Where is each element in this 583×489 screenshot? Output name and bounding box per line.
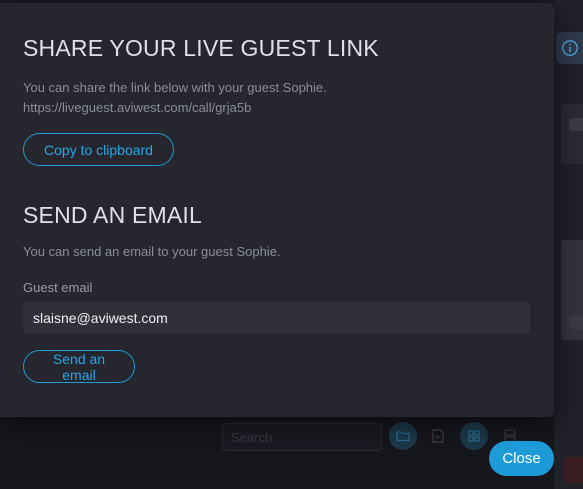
grid-button[interactable] — [460, 422, 488, 450]
close-button[interactable]: Close — [489, 441, 554, 476]
share-description: You can share the link below with your g… — [23, 78, 327, 118]
folder-button[interactable] — [389, 422, 417, 450]
share-section-title: SHARE YOUR LIVE GUEST LINK — [23, 35, 379, 61]
background-alert-badge — [564, 457, 583, 483]
background-card-chip — [569, 118, 583, 131]
background-source-card[interactable] — [561, 240, 583, 340]
share-guest-link-modal: SHARE YOUR LIVE GUEST LINK You can share… — [0, 3, 554, 417]
app-screen: Search SHARE YOUR LIVE GUEST LINK You ca… — [0, 0, 583, 489]
copy-to-clipboard-button[interactable]: Copy to clipboard — [23, 133, 174, 166]
guest-email-label: Guest email — [23, 280, 93, 295]
folder-icon — [396, 431, 410, 442]
guest-link-url: https://liveguest.aviwest.com/call/grja5… — [23, 100, 252, 115]
background-card-chip — [569, 316, 583, 329]
media-button[interactable] — [424, 422, 452, 450]
send-email-button[interactable]: Send an email — [23, 350, 135, 383]
media-icon — [432, 429, 444, 443]
share-description-text: You can share the link below with your g… — [23, 80, 327, 95]
background-source-card[interactable] — [561, 104, 583, 164]
email-description: You can send an email to your guest Soph… — [23, 244, 281, 259]
guest-email-input[interactable] — [23, 302, 530, 333]
info-icon — [561, 40, 578, 56]
email-section-title: SEND AN EMAIL — [23, 202, 202, 228]
info-button[interactable] — [556, 32, 583, 64]
grid-icon — [468, 430, 480, 442]
background-search-input[interactable]: Search — [222, 423, 382, 451]
